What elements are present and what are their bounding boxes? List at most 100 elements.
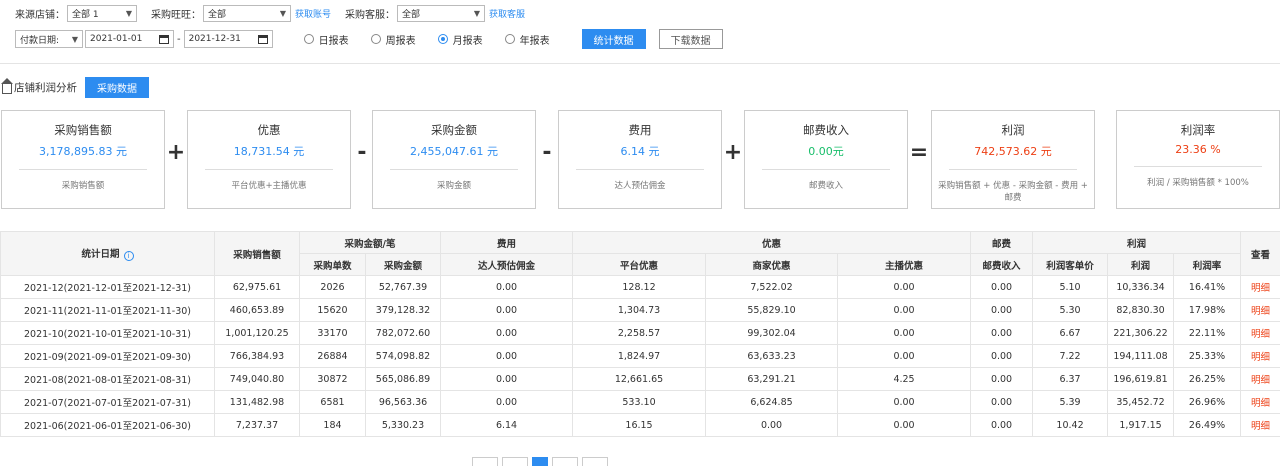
calendar-icon xyxy=(257,34,268,44)
table-cell: 0.00 xyxy=(440,275,574,299)
table-cell: 99,302.04 xyxy=(705,321,839,345)
radio-label: 年报表 xyxy=(519,35,550,47)
header-postage-income: 邮费收入 xyxy=(970,253,1034,276)
page-next-button[interactable] xyxy=(552,457,578,466)
info-icon[interactable]: i xyxy=(123,251,134,261)
wangwang-select[interactable]: 全部 ▼ xyxy=(203,4,291,22)
table-cell: 0.00 xyxy=(837,298,972,322)
filter-panel: 来源店铺： 全部 1 ▼ 采购旺旺： 全部 ▼ 获取账号 采购客服： 全部 ▼ … xyxy=(0,0,1280,64)
header-purchase: 采购金额/笔 xyxy=(298,231,442,254)
card-value: 742,573.62 元 xyxy=(974,145,1052,158)
card-title: 利润率 xyxy=(1180,123,1216,137)
page-current-button[interactable] xyxy=(532,457,548,466)
summary-cards: 采购销售额 3,178,895.83 元 采购销售额 + 优惠 18,731.5… xyxy=(0,110,1280,210)
service-label: 采购客服： xyxy=(345,9,396,21)
source-store-select[interactable]: 全部 1 ▼ xyxy=(67,4,137,22)
table-cell: 0.00 xyxy=(837,413,972,437)
table-cell: 0.00 xyxy=(970,367,1034,391)
table-cell: 15620 xyxy=(299,298,366,322)
get-account-link[interactable]: 获取账号 xyxy=(295,7,331,20)
table-cell: 1,001,120.25 xyxy=(214,321,300,345)
header-amount: 采购金额 xyxy=(364,253,442,276)
chevron-down-icon: ▼ xyxy=(125,8,132,18)
detail-link[interactable]: 明细 xyxy=(1240,413,1280,437)
card-divider xyxy=(19,169,147,170)
date-type-select[interactable]: 付款日期: ▼ xyxy=(15,30,83,48)
card-divider xyxy=(576,169,704,170)
table-cell: 5.39 xyxy=(1032,390,1109,414)
table-cell: 62,975.61 xyxy=(214,275,300,299)
table-cell: 565,086.89 xyxy=(364,367,442,391)
card-note: 采购销售额 + 优惠 - 采购金额 - 费用 + 邮费 xyxy=(938,181,1088,203)
table-cell: 26884 xyxy=(299,344,366,368)
header-view: 查看 xyxy=(1240,231,1280,276)
detail-link[interactable]: 明细 xyxy=(1240,275,1280,299)
page-first-button[interactable] xyxy=(472,457,498,466)
header-fee: 费用 xyxy=(440,231,574,254)
download-data-button[interactable]: 下载数据 xyxy=(658,29,723,49)
radio-label: 周报表 xyxy=(385,35,416,47)
card-purchase-amount: 采购金额 2,455,047.61 元 采购金额 xyxy=(372,110,536,209)
equals-operator: = xyxy=(909,140,929,165)
table-cell: 10.42 xyxy=(1032,413,1109,437)
table-cell: 6.37 xyxy=(1032,367,1109,391)
service-select[interactable]: 全部 ▼ xyxy=(397,4,486,22)
radio-daily[interactable]: 日报表 xyxy=(303,32,349,47)
card-value: 0.00元 xyxy=(808,145,844,158)
table-cell: 55,829.10 xyxy=(705,298,839,322)
table-row: 2021-07(2021-07-01至2021-07-31) 131,482.98… xyxy=(0,390,1280,414)
detail-link[interactable]: 明细 xyxy=(1240,298,1280,322)
table-row: 2021-12(2021-12-01至2021-12-31) 62,975.61 2… xyxy=(0,275,1280,299)
table-cell: 7.22 xyxy=(1032,344,1109,368)
page-prev-button[interactable] xyxy=(502,457,528,466)
table-cell: 12,661.65 xyxy=(572,367,707,391)
header-sales: 采购销售额 xyxy=(214,231,300,276)
minus-operator: - xyxy=(542,140,552,165)
date-start-input[interactable]: 2021-01-01 xyxy=(85,30,174,48)
card-note: 平台优惠+主播优惠 xyxy=(231,181,307,191)
card-profit-rate: 利润率 23.36 % 利润 / 采购销售额 * 100% xyxy=(1116,110,1280,209)
card-divider xyxy=(949,169,1077,170)
radio-yearly[interactable]: 年报表 xyxy=(504,32,550,47)
table-cell: 33170 xyxy=(299,321,366,345)
card-note: 采购销售额 xyxy=(61,181,105,191)
wangwang-value: 全部 xyxy=(208,9,227,20)
detail-link[interactable]: 明细 xyxy=(1240,367,1280,391)
table-cell: 1,824.97 xyxy=(572,344,707,368)
table-cell: 82,830.30 xyxy=(1107,298,1175,322)
date-end-input[interactable]: 2021-12-31 xyxy=(183,30,273,48)
table-cell: 16.41% xyxy=(1173,275,1242,299)
table-cell: 0.00 xyxy=(970,413,1034,437)
table-cell: 0.00 xyxy=(440,344,574,368)
table-cell: 128.12 xyxy=(572,275,707,299)
table-cell: 7,522.02 xyxy=(705,275,839,299)
card-title: 优惠 xyxy=(257,123,281,137)
table-cell: 0.00 xyxy=(440,367,574,391)
get-service-link[interactable]: 获取客服 xyxy=(489,7,525,20)
table-cell: 5.30 xyxy=(1032,298,1109,322)
card-postage: 邮费收入 0.00元 邮费收入 xyxy=(744,110,908,209)
table-cell: 782,072.60 xyxy=(364,321,442,345)
detail-link[interactable]: 明细 xyxy=(1240,344,1280,368)
detail-link[interactable]: 明细 xyxy=(1240,390,1280,414)
table-cell: 6581 xyxy=(299,390,366,414)
table-cell: 5.10 xyxy=(1032,275,1109,299)
radio-weekly[interactable]: 周报表 xyxy=(370,32,416,47)
table-cell: 17.98% xyxy=(1173,298,1242,322)
table-cell: 0.00 xyxy=(970,275,1034,299)
stat-data-button[interactable]: 统计数据 xyxy=(581,29,646,49)
table-cell: 6,624.85 xyxy=(705,390,839,414)
page-last-button[interactable] xyxy=(582,457,608,466)
table-cell: 7,237.37 xyxy=(214,413,300,437)
radio-circle xyxy=(504,34,515,44)
table-header-row: 统计日期 i 采购销售额 采购金额/笔 费用 优惠 邮费 利润 查看 xyxy=(0,231,1280,276)
detail-link[interactable]: 明细 xyxy=(1240,321,1280,345)
purchase-data-tab[interactable]: 采购数据 xyxy=(85,76,149,98)
radio-monthly[interactable]: 月报表 xyxy=(437,32,483,47)
table-cell: 52,767.39 xyxy=(364,275,442,299)
card-value: 23.36 % xyxy=(1175,143,1221,156)
date-start-value: 2021-01-01 xyxy=(90,34,143,44)
table-cell: 221,306.22 xyxy=(1107,321,1175,345)
plus-operator: + xyxy=(166,140,186,165)
filter-row-2: 付款日期: ▼ 2021-01-01 - 2021-12-31 日报表 周报表 … xyxy=(15,28,723,50)
